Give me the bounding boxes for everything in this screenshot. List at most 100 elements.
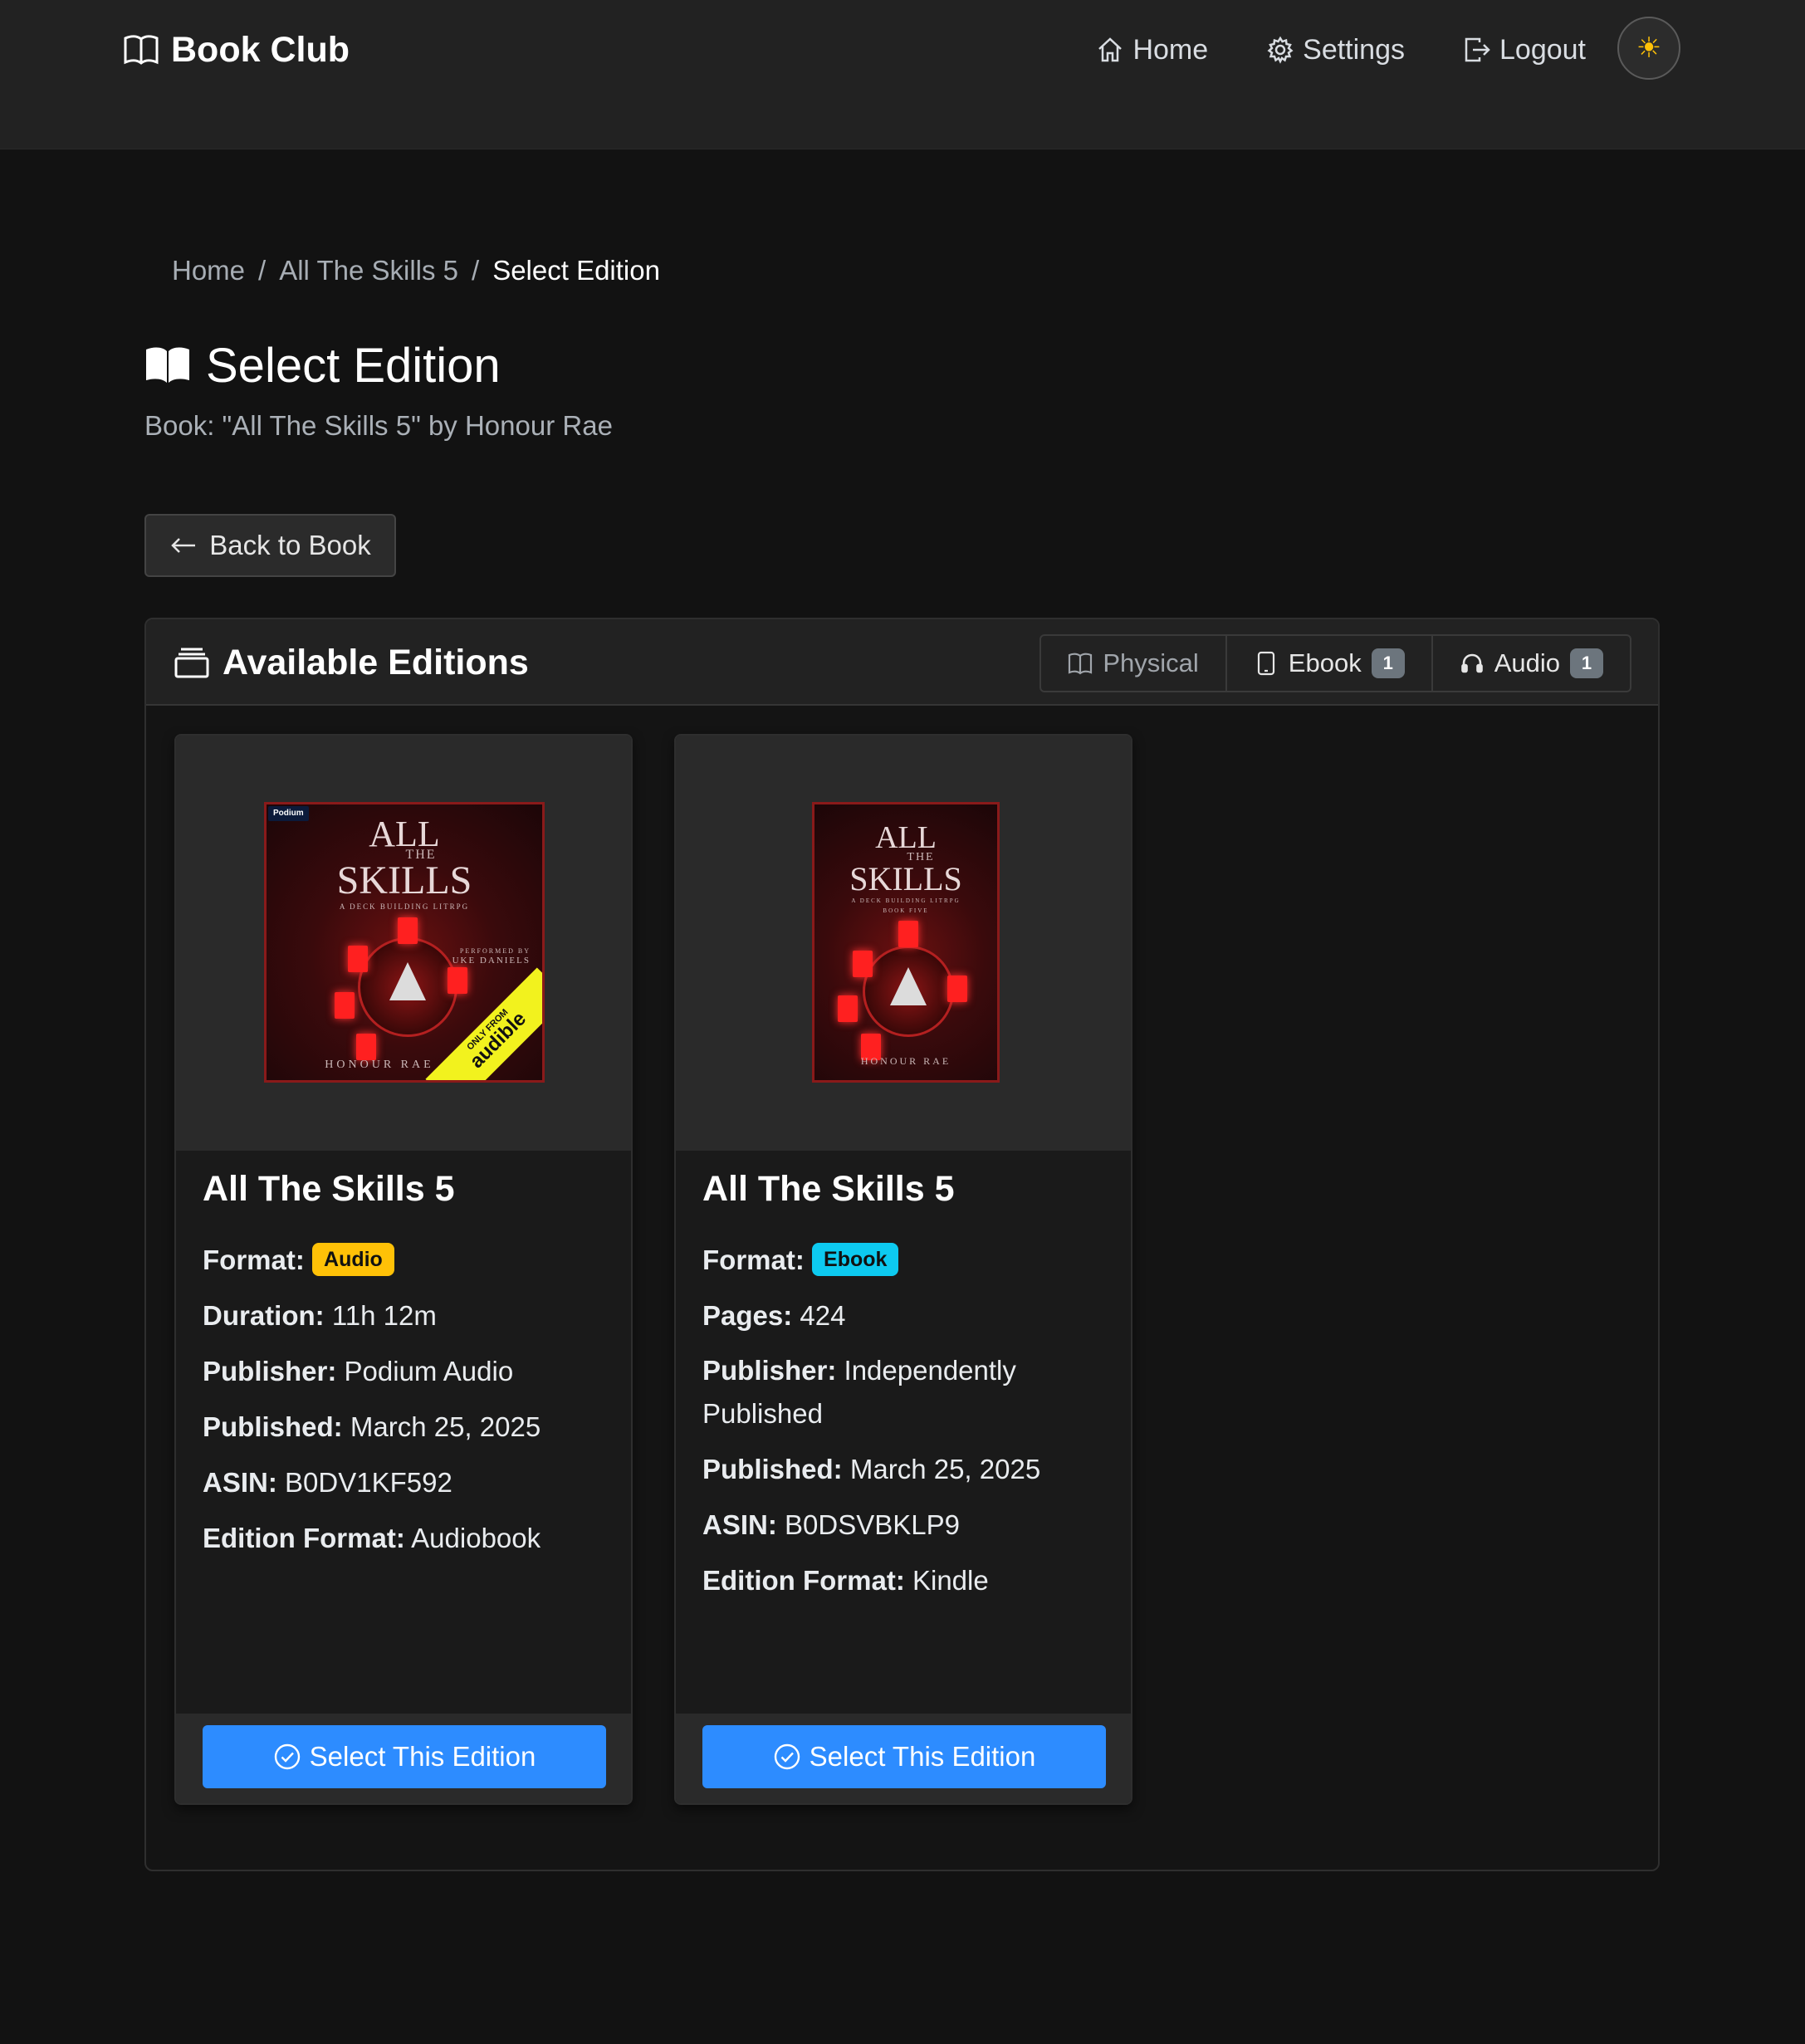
nav-settings[interactable]: Settings [1266,34,1405,66]
cover-area: ALL THE SKILLS A DECK BUILDING LITRPG BO… [676,736,1131,1151]
breadcrumb: Home / All The Skills 5 / Select Edition [172,251,660,291]
edition-format-row: Format: Ebook [702,1232,1108,1288]
edition-publisher-row: Publisher: Independently Published [702,1343,1108,1441]
collection-icon [174,648,209,678]
editions-title: Available Editions [174,641,529,684]
cover-card [898,921,918,947]
pages-value: 424 [800,1300,846,1331]
nav-links: Home Settings Logout [1096,28,1586,71]
nav-home[interactable]: Home [1096,34,1208,66]
headphones-icon [1460,653,1483,673]
edition-format-label: Edition Format: [203,1523,405,1553]
arrow-left-icon [171,538,196,553]
cover-card [348,946,368,972]
format-filter-group: Physical Ebook 1 Audio 1 [1039,634,1631,692]
edition-format-value: Audiobook [411,1523,541,1553]
book-icon [124,35,159,65]
nav-settings-label: Settings [1303,33,1405,66]
nav-logout-label: Logout [1499,33,1586,66]
format-badge-ebook: Ebook [812,1243,899,1277]
cover-card [448,967,467,994]
edition-asin-row: ASIN: B0DV1KF592 [203,1455,608,1510]
cover-card [398,917,418,944]
edition-details: All The Skills 5 Format: Audio Duration:… [203,1167,608,1566]
filter-ebook[interactable]: Ebook 1 [1227,636,1433,691]
published-label: Published: [702,1454,843,1484]
edition-card: ALL THE SKILLS A DECK BUILDING LITRPG BO… [674,734,1132,1805]
edition-details: All The Skills 5 Format: Ebook Pages: 42… [702,1167,1108,1608]
edition-format-label: Edition Format: [702,1565,905,1596]
filter-audio-count: 1 [1570,648,1603,678]
cover-area: Podium ALL THE SKILLS A DECK BUILDING LI… [176,736,631,1151]
brand[interactable]: Book Club [123,28,350,71]
edition-format-type-row: Edition Format: Kindle [702,1553,1108,1608]
select-edition-button[interactable]: Select This Edition [702,1725,1106,1788]
edition-footer: Select This Edition [176,1714,631,1803]
check-circle-icon [774,1743,800,1770]
navbar: Book Club Home Settings Logout ☀ [0,0,1805,149]
cover-title-line3: SKILLS [849,860,962,897]
cover-image: ALL THE SKILLS A DECK BUILDING LITRPG BO… [812,802,1000,1083]
book-icon [1069,653,1093,675]
back-to-book-button[interactable]: Back to Book [144,514,396,577]
cover-tagline: A DECK BUILDING LITRPG [851,897,961,904]
edition-format-row: Format: Audio [203,1232,608,1288]
page-title-text: Select Edition [206,338,501,393]
cover-image: Podium ALL THE SKILLS A DECK BUILDING LI… [264,802,545,1083]
edition-asin-row: ASIN: B0DSVBKLP9 [702,1497,1108,1553]
format-label: Format: [702,1244,805,1275]
edition-card: Podium ALL THE SKILLS A DECK BUILDING LI… [174,734,633,1805]
filter-audio[interactable]: Audio 1 [1433,636,1630,691]
format-label: Format: [203,1244,305,1275]
edition-format-value: Kindle [912,1565,989,1596]
format-badge-audio: Audio [312,1243,394,1277]
cover-tagline: A DECK BUILDING LITRPG [339,902,470,911]
asin-value: B0DV1KF592 [285,1467,452,1498]
editions-header: Available Editions Physical Ebook 1 Audi… [146,619,1658,706]
theme-toggle-button[interactable]: ☀ [1617,17,1680,80]
cover-card [947,976,967,1002]
brand-label: Book Club [171,29,350,70]
filter-ebook-count: 1 [1371,648,1405,678]
cover-title-line3: SKILLS [336,858,472,902]
published-label: Published: [203,1411,343,1442]
edition-title: All The Skills 5 [702,1169,955,1209]
edition-published-row: Published: March 25, 2025 [702,1441,1108,1497]
edition-duration-row: Duration: 11h 12m [203,1288,608,1343]
edition-publisher-row: Publisher: Podium Audio [203,1343,608,1399]
asin-label: ASIN: [702,1509,777,1540]
filter-physical-label: Physical [1103,648,1199,677]
edition-format-type-row: Edition Format: Audiobook [203,1510,608,1566]
back-to-book-label: Back to Book [209,530,371,560]
sun-icon: ☀ [1636,32,1662,64]
cover-subline: BOOK FIVE [883,907,929,914]
nav-logout[interactable]: Logout [1463,34,1586,66]
breadcrumb-current: Select Edition [492,255,660,286]
asin-value: B0DSVBKLP9 [785,1509,960,1540]
filter-physical[interactable]: Physical [1041,636,1227,691]
select-edition-button[interactable]: Select This Edition [203,1725,606,1788]
check-circle-icon [274,1743,300,1770]
cover-mountain [389,962,426,1000]
breadcrumb-home[interactable]: Home [172,255,245,286]
edition-footer: Select This Edition [676,1714,1131,1803]
edition-published-row: Published: March 25, 2025 [203,1399,608,1455]
gear-icon [1267,36,1294,64]
duration-label: Duration: [203,1300,325,1331]
edition-title: All The Skills 5 [203,1169,455,1209]
cover-card [838,995,858,1022]
cover-card [356,1034,376,1060]
filter-ebook-label: Ebook [1288,648,1362,677]
home-icon [1098,37,1123,62]
published-value: March 25, 2025 [350,1411,541,1442]
editions-panel: Available Editions Physical Ebook 1 Audi… [144,618,1660,1871]
publisher-value: Podium Audio [344,1356,514,1386]
cover-mountain [890,967,927,1005]
publisher-label: Publisher: [702,1355,837,1386]
tablet-icon [1257,651,1274,676]
published-value: March 25, 2025 [849,1454,1041,1484]
editions-title-text: Available Editions [223,642,529,682]
breadcrumb-book[interactable]: All The Skills 5 [279,255,458,286]
asin-label: ASIN: [203,1467,277,1498]
page-subtitle: Book: "All The Skills 5" by Honour Rae [144,410,613,441]
